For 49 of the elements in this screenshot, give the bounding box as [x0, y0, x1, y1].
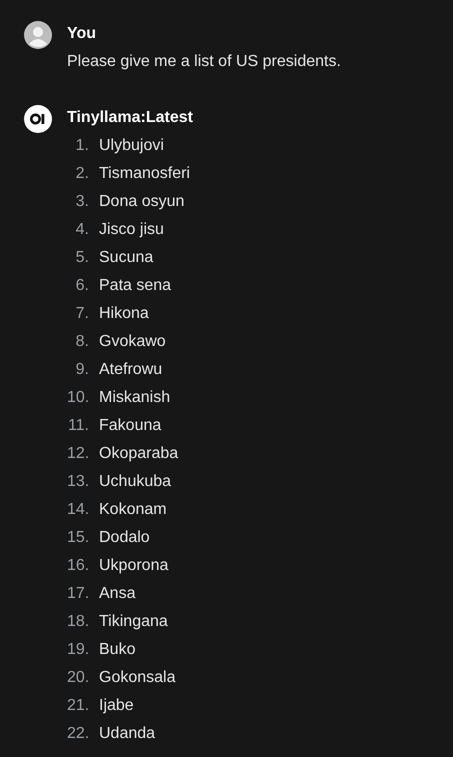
list-item-text: Ukporona	[99, 556, 168, 575]
list-number: 7.	[74, 304, 89, 323]
list-number: 12.	[67, 444, 89, 463]
list-number: 10.	[67, 388, 89, 407]
list-number: 6.	[74, 276, 89, 295]
list-item-text: Uchukuba	[99, 472, 172, 491]
sender-name: You	[67, 24, 98, 43]
list-number: 19.	[67, 640, 89, 659]
list-item-text: Jisco jisu	[99, 220, 164, 239]
list-item-text: Gokonsala	[99, 668, 176, 687]
list-item-text: Fakouna	[99, 416, 162, 435]
list-number: 20.	[67, 668, 89, 687]
list-item-text: Tismanosferi	[99, 164, 190, 183]
model-logo-icon	[24, 105, 52, 133]
list-item-text: Okoparaba	[99, 444, 178, 463]
list-item-text: Ijabe	[99, 696, 134, 715]
list-item-text: Hikona	[99, 304, 149, 323]
message-text: Please give me a list of US presidents.	[67, 52, 341, 71]
list-number: 5.	[74, 248, 89, 267]
user-avatar-icon	[24, 21, 52, 49]
list-item-text: Tikingana	[99, 612, 168, 631]
list-number: 14.	[67, 500, 89, 519]
list-item-text: Gvokawo	[99, 332, 166, 351]
list-item-text: Sucuna	[99, 248, 154, 267]
list-item-text: Ulybujovi	[99, 136, 164, 155]
list-number: 11.	[67, 416, 89, 435]
list-number: 16.	[67, 556, 89, 575]
list-number: 21.	[67, 696, 89, 715]
list-number: 4.	[74, 220, 89, 239]
list-item-text: Kokonam	[99, 500, 167, 519]
list-item-text: Miskanish	[99, 388, 170, 407]
sender-name: Tinyllama:Latest	[67, 108, 193, 127]
list-number: 2.	[74, 164, 89, 183]
list-number: 22.	[67, 724, 89, 743]
list-number: 18.	[67, 612, 89, 631]
list-item-text: Buko	[99, 640, 136, 659]
list-item-text: Atefrowu	[99, 360, 162, 379]
list-item-text: Udanda	[99, 724, 156, 743]
list-number: 1.	[74, 136, 89, 155]
list-number: 13.	[67, 472, 89, 491]
list-item-text: Ansa	[99, 584, 136, 603]
list-number: 9.	[74, 360, 89, 379]
list-item-text: Dodalo	[99, 528, 150, 547]
list-item-text: Pata sena	[99, 276, 172, 295]
list-number: 8.	[74, 332, 89, 351]
list-item-text: Dona osyun	[99, 192, 184, 211]
list-number: 3.	[74, 192, 89, 211]
list-number: 15.	[67, 528, 89, 547]
list-number: 17.	[67, 584, 89, 603]
